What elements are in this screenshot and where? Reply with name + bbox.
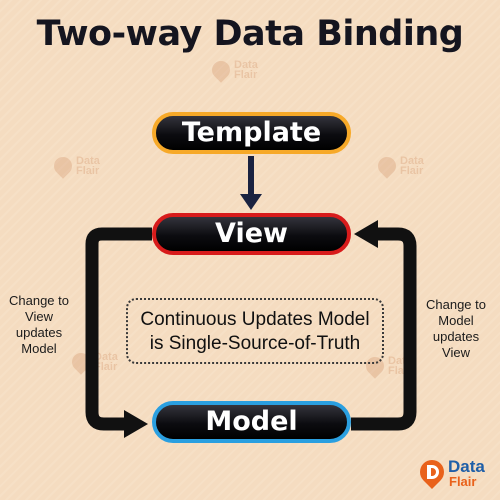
- label-line: Change to: [426, 297, 486, 312]
- label-line: View: [442, 345, 470, 360]
- view-node: View: [152, 213, 351, 255]
- logo-flair-text: Flair: [449, 474, 477, 489]
- label-line: Model: [438, 313, 474, 328]
- template-node: Template: [152, 112, 351, 154]
- note-line: is Single-Source-of-Truth: [149, 333, 361, 354]
- template-to-view-arrow: [240, 156, 262, 210]
- label-line: updates: [15, 325, 63, 340]
- note-line: Continuous Updates Model: [140, 309, 370, 330]
- dataflair-logo: Data Flair: [415, 454, 494, 494]
- model-to-view-arrowhead: [354, 220, 378, 248]
- label-line: Model: [21, 341, 57, 356]
- label-line: Change to: [9, 293, 69, 308]
- model-node: Model: [152, 401, 351, 443]
- view-to-model-arrowhead: [124, 410, 148, 438]
- label-line: View: [25, 309, 53, 324]
- model-to-view-label: Change to Model updates View: [418, 297, 494, 361]
- center-note: Continuous Updates Model is Single-Sourc…: [126, 298, 384, 364]
- logo-data-text: Data: [448, 457, 485, 476]
- view-to-model-label: Change to View updates Model: [4, 293, 74, 357]
- label-line: updates: [432, 329, 480, 344]
